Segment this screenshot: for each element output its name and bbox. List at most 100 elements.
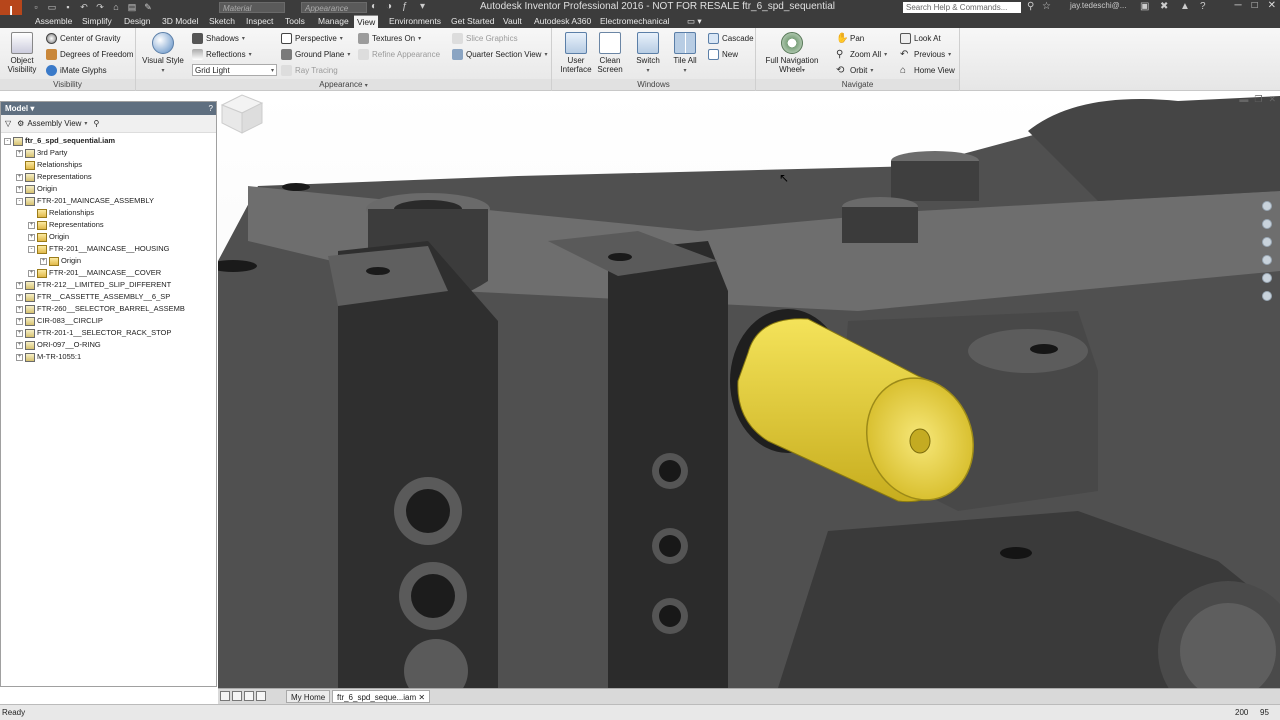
expand-icon[interactable]: + xyxy=(16,281,23,289)
browser-node[interactable]: + Origin xyxy=(1,231,216,243)
browser-node[interactable]: Relationships xyxy=(1,207,216,219)
new-icon[interactable]: ▫ xyxy=(30,2,42,13)
ribbon-options-icon[interactable]: ▭ ▾ xyxy=(684,15,705,28)
browser-node[interactable]: - FTR-201_MAINCASE_ASSEMBLY xyxy=(1,195,216,207)
browser-help-icon[interactable]: ? xyxy=(209,102,213,115)
ray-tracing-button[interactable]: Ray Tracing xyxy=(281,65,338,76)
browser-node[interactable]: +3rd Party xyxy=(1,147,216,159)
object-visibility-button[interactable]: Object Visibility xyxy=(5,32,39,74)
browser-node[interactable]: + Origin xyxy=(1,183,216,195)
update-icon[interactable]: ✎ xyxy=(142,2,154,13)
browser-node[interactable]: + ORI-097__O-RING xyxy=(1,339,216,351)
tile-horizontal-icon[interactable] xyxy=(232,691,242,701)
browser-node[interactable]: + Representations xyxy=(1,171,216,183)
perspective-button[interactable]: Perspective ▾ xyxy=(281,33,343,44)
undo-icon[interactable]: ↶ xyxy=(78,2,90,13)
expand-icon[interactable]: + xyxy=(16,185,23,193)
quarter-section-view-button[interactable]: Quarter Section View ▾ xyxy=(452,49,547,60)
expand-icon[interactable]: + xyxy=(28,233,35,241)
tab-vault[interactable]: Vault xyxy=(500,15,525,28)
expand-icon[interactable]: + xyxy=(16,353,23,361)
expand-icon[interactable]: + xyxy=(16,293,23,301)
look-at-button[interactable]: Look At xyxy=(900,33,941,44)
expand-icon[interactable]: + xyxy=(28,269,35,277)
expand-icon[interactable]: + xyxy=(40,257,47,265)
browser-header[interactable]: Model ▾? xyxy=(1,102,216,115)
tab-list-icon[interactable] xyxy=(256,691,266,701)
tab-close-icon[interactable]: ✕ xyxy=(418,693,425,702)
tab-sketch[interactable]: Sketch xyxy=(206,15,238,28)
browser-node[interactable]: Relationships xyxy=(1,159,216,171)
browser-node[interactable]: + M-TR-1055:1 xyxy=(1,351,216,363)
navbar-pan-icon[interactable] xyxy=(1262,219,1272,229)
clear-appearance-icon[interactable]: ◐ xyxy=(371,1,377,12)
tab-ftr-6-spd-sequential[interactable]: ftr_6_spd_seque...iam ✕ xyxy=(332,690,431,703)
slice-graphics-button[interactable]: Slice Graphics xyxy=(452,33,518,44)
star-icon[interactable]: ☆ xyxy=(1042,1,1051,12)
expand-icon[interactable]: + xyxy=(16,173,23,181)
viewcube[interactable] xyxy=(218,91,264,135)
textures-on-button[interactable]: Textures On ▾ xyxy=(358,33,421,44)
browser-node[interactable]: - ftr_6_spd_sequential.iam xyxy=(1,135,216,147)
return-icon[interactable]: ▤ xyxy=(126,2,138,13)
collapse-icon[interactable]: - xyxy=(28,245,35,253)
search-input[interactable]: Search Help & Commands... xyxy=(903,2,1021,13)
cart-icon[interactable]: ▣ xyxy=(1140,1,1149,12)
browser-node[interactable]: + CIR-083__CIRCLIP xyxy=(1,315,216,327)
tab-tools[interactable]: Tools xyxy=(282,15,308,28)
degrees-of-freedom-button[interactable]: Degrees of Freedom xyxy=(46,49,133,60)
assembly-view-dropdown[interactable]: ⚙ Assembly View ▾ xyxy=(17,119,87,128)
pan-button[interactable]: ✋ Pan xyxy=(836,33,864,44)
browser-node[interactable]: - FTR-201__MAINCASE__HOUSING xyxy=(1,243,216,255)
navbar-orbit-icon[interactable] xyxy=(1262,255,1272,265)
expand-icon[interactable]: + xyxy=(16,305,23,313)
browser-node[interactable]: + FTR__CASSETTE_ASSEMBLY__6_SP xyxy=(1,291,216,303)
switch-button[interactable]: Switch ▾ xyxy=(632,32,664,76)
browser-node[interactable]: + FTR-212__LIMITED_SLIP_DIFFERENT xyxy=(1,279,216,291)
collapse-icon[interactable]: - xyxy=(4,137,11,145)
redo-icon[interactable]: ↷ xyxy=(94,2,106,13)
browser-node[interactable]: + Origin xyxy=(1,255,216,267)
expand-icon[interactable]: + xyxy=(28,221,35,229)
cascade-tabs-icon[interactable] xyxy=(244,691,254,701)
filter-icon[interactable]: ▽ xyxy=(5,119,11,128)
home-icon[interactable]: ⌂ xyxy=(110,2,122,13)
cascade-button[interactable]: Cascade xyxy=(708,33,754,44)
open-icon[interactable]: ▭ xyxy=(46,2,58,13)
tile-vertical-icon[interactable] xyxy=(220,691,230,701)
refine-appearance-button[interactable]: Refine Appearance xyxy=(358,49,440,60)
browser-node[interactable]: + FTR-201-1__SELECTOR_RACK_STOP xyxy=(1,327,216,339)
find-binoculars-icon[interactable]: ⚲ xyxy=(93,119,99,128)
user-account[interactable]: jay.tedeschi@... xyxy=(1070,1,1126,10)
parameters-icon[interactable]: ƒ xyxy=(402,1,408,12)
appearance-panel-title[interactable]: Appearance ▾ xyxy=(136,79,551,90)
tab-autodesk-a360[interactable]: Autodesk A360 xyxy=(531,15,594,28)
navbar-wheel-icon[interactable] xyxy=(1262,201,1272,211)
tile-all-button[interactable]: Tile All ▾ xyxy=(669,32,701,76)
tab-design[interactable]: Design xyxy=(121,15,153,28)
expand-icon[interactable]: + xyxy=(16,317,23,325)
save-icon[interactable]: ▪ xyxy=(62,2,74,13)
tab-electromechanical[interactable]: Electromechanical xyxy=(597,15,672,28)
appearance-dropdown[interactable]: Appearance xyxy=(301,2,367,13)
shadows-button[interactable]: Shadows ▾ xyxy=(192,33,245,44)
help-icon[interactable]: ? xyxy=(1200,1,1206,12)
lighting-style-select[interactable]: Grid Light ▾ xyxy=(192,64,277,76)
tab-environments[interactable]: Environments xyxy=(386,15,444,28)
tab-manage[interactable]: Manage xyxy=(315,15,352,28)
tab-get-started[interactable]: Get Started xyxy=(448,15,497,28)
maximize-icon[interactable]: □ xyxy=(1252,0,1258,11)
tab-simplify[interactable]: Simplify xyxy=(79,15,115,28)
close-icon[interactable]: ✕ xyxy=(1268,0,1276,11)
viewport-close-icon[interactable]: ✕ xyxy=(1268,94,1276,105)
binoculars-icon[interactable]: ⚲ xyxy=(1027,1,1034,12)
navbar-lookat-icon[interactable] xyxy=(1262,273,1272,283)
adjust-icon[interactable]: ◑ xyxy=(386,1,392,12)
center-of-gravity-button[interactable]: Center of Gravity xyxy=(46,33,120,44)
exchange-icon[interactable]: ✖ xyxy=(1160,1,1168,12)
zoom-all-button[interactable]: ⚲ Zoom All ▾ xyxy=(836,49,887,60)
orbit-button[interactable]: ⟲ Orbit ▾ xyxy=(836,65,873,76)
home-view-button[interactable]: ⌂ Home View xyxy=(900,65,955,76)
material-dropdown[interactable]: Material xyxy=(219,2,285,13)
new-window-button[interactable]: New xyxy=(708,49,738,60)
